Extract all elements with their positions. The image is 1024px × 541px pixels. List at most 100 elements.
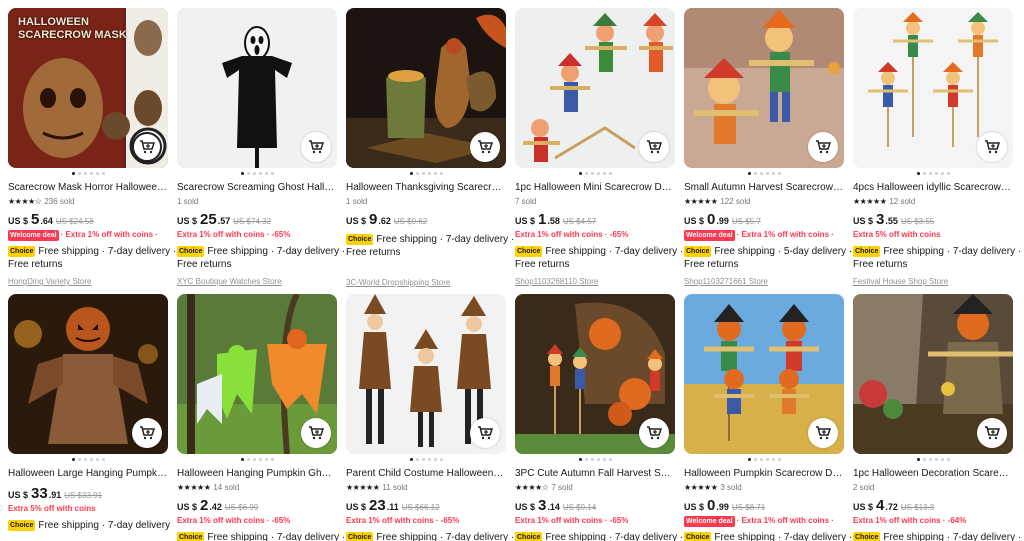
product-image[interactable] (177, 8, 337, 168)
store-link[interactable]: Shop1103271661 Store (684, 276, 844, 287)
product-image[interactable] (684, 294, 844, 454)
rating-row: 7 sold (515, 196, 675, 208)
product-image[interactable] (853, 8, 1013, 168)
price-cents: .58 (547, 216, 560, 226)
product-title[interactable]: 4pcs Halloween idyllic Scarecrow Ad... (853, 181, 1013, 194)
original-price: US $9.62 (393, 217, 428, 226)
product-card[interactable]: 1pc Halloween Mini Scarecrow Deco... 7 s… (515, 8, 683, 287)
rating-row: ★★★★★ 11 sold (346, 482, 506, 494)
image-dots (346, 172, 506, 176)
star-rating: ★★★★★ (684, 197, 718, 206)
currency: US $ (346, 216, 367, 226)
product-image[interactable] (346, 294, 506, 454)
image-dots (684, 458, 844, 462)
add-to-cart-button[interactable] (808, 418, 838, 448)
product-image[interactable]: HALLOWEEN SCARECROW MASK (8, 8, 168, 168)
product-title[interactable]: 1pc Halloween Mini Scarecrow Deco... (515, 181, 675, 194)
add-to-cart-button[interactable] (808, 132, 838, 162)
deal-row: Extra 5% off with coins (853, 229, 1013, 241)
add-to-cart-button[interactable] (301, 418, 331, 448)
sold-count: 1 sold (177, 197, 199, 206)
returns-text: Free returns (684, 259, 739, 270)
product-title[interactable]: 1pc Halloween Decoration Scarecro... (853, 467, 1013, 480)
product-title[interactable]: Halloween Thanksgiving Scarecrow ... (346, 181, 506, 194)
choice-badge: Choice (515, 532, 543, 541)
price-cents: .62 (378, 216, 391, 226)
coin-deal: Extra 1% off with coins · -65% (515, 230, 629, 239)
add-to-cart-button[interactable] (977, 418, 1007, 448)
product-card[interactable]: 1pc Halloween Decoration Scarecro... 2 s… (853, 294, 1021, 541)
product-title[interactable]: Small Autumn Harvest Scarecrow D... (684, 181, 844, 194)
price-cents: .91 (48, 490, 62, 500)
price-cents: .14 (547, 502, 560, 512)
product-image[interactable] (177, 294, 337, 454)
product-title[interactable]: 3PC Cute Autumn Fall Harvest Scare... (515, 467, 675, 480)
price-whole: 5 (31, 211, 40, 228)
deal-row: Welcome deal · Extra 1% off with coins · (684, 229, 844, 241)
image-dots (515, 172, 675, 176)
star-rating: ★★★★★ (346, 483, 380, 492)
add-to-cart-button[interactable] (639, 132, 669, 162)
rating-row: ★★★★★ 14 sold (177, 482, 337, 494)
store-link[interactable]: HongDing Variety Store (8, 276, 168, 287)
coin-deal: · Extra 1% off with coins · (736, 516, 834, 525)
currency: US $ (853, 216, 874, 226)
price-whole: 0 (707, 497, 716, 514)
price-cents: .57 (217, 216, 231, 226)
returns-text: Free returns (346, 247, 401, 258)
product-image[interactable] (8, 294, 168, 454)
add-to-cart-button[interactable] (470, 418, 500, 448)
product-title[interactable]: Scarecrow Screaming Ghost Hallow... (177, 181, 337, 194)
product-card[interactable]: Small Autumn Harvest Scarecrow D... ★★★★… (684, 8, 852, 287)
currency: US $ (515, 502, 536, 512)
add-to-cart-button[interactable] (470, 132, 500, 162)
rating-row: ★★★★★ 12 sold (853, 196, 1013, 208)
product-title[interactable]: Halloween Pumpkin Scarecrow Doll... (684, 467, 844, 480)
add-to-cart-button[interactable] (977, 132, 1007, 162)
product-image[interactable] (515, 8, 675, 168)
original-price: US $6.99 (224, 503, 259, 512)
product-card[interactable]: Halloween Hanging Pumpkin Ghost ... ★★★★… (177, 294, 345, 541)
product-card[interactable]: HALLOWEEN SCARECROW MASK Scarecrow Mask … (8, 8, 176, 287)
add-to-cart-button[interactable] (132, 132, 162, 162)
store-link[interactable]: XYC Boutique Watches Store (177, 276, 337, 287)
cart-icon (816, 426, 831, 440)
add-to-cart-button[interactable] (639, 418, 669, 448)
store-link[interactable]: Festival House Shop Store (853, 276, 1013, 287)
product-card[interactable]: 3PC Cute Autumn Fall Harvest Scare... ★★… (515, 294, 683, 541)
product-title[interactable]: Scarecrow Mask Horror Halloween ... (8, 181, 168, 194)
cart-icon (647, 426, 662, 440)
product-card[interactable]: Halloween Thanksgiving Scarecrow ... 1 s… (346, 8, 514, 288)
product-image[interactable] (346, 8, 506, 168)
original-price: US $9.14 (562, 503, 597, 512)
product-image[interactable] (515, 294, 675, 454)
choice-badge: Choice (177, 246, 205, 257)
product-title[interactable]: Halloween Hanging Pumpkin Ghost ... (177, 467, 337, 480)
product-card[interactable]: 4pcs Halloween idyllic Scarecrow Ad... ★… (853, 8, 1021, 287)
star-rating: ★★★★☆ (8, 197, 42, 206)
shipping-row: Choice Free shipping · 7-day delivery · (177, 245, 345, 258)
product-title[interactable]: Parent Child Costume Halloween Wi... (346, 467, 506, 480)
sold-count: 14 sold (213, 483, 240, 492)
product-image[interactable] (684, 8, 844, 168)
product-image[interactable] (853, 294, 1013, 454)
product-card[interactable]: Parent Child Costume Halloween Wi... ★★★… (346, 294, 514, 541)
add-to-cart-button[interactable] (132, 418, 162, 448)
product-card[interactable]: Halloween Large Hanging Pumpkin ... US $… (8, 294, 170, 532)
returns-text: Free returns (853, 259, 908, 270)
price-cents: .72 (885, 502, 898, 512)
product-card[interactable]: Scarecrow Screaming Ghost Hallow... 1 so… (177, 8, 345, 287)
currency: US $ (8, 216, 29, 226)
star-rating: ★★★★★ (177, 483, 211, 492)
price-cents: .11 (386, 502, 399, 512)
returns-text: Free returns (515, 259, 570, 270)
shipping-row: Choice Free shipping · 7-day delivery · (8, 245, 176, 258)
product-card[interactable]: Halloween Pumpkin Scarecrow Doll... ★★★★… (684, 294, 852, 541)
shipping-row: Choice Free shipping · 7-day delivery (8, 519, 170, 532)
original-price: US $3.55 (900, 217, 935, 226)
deal-row: Extra 1% off with coins · -64% (853, 515, 1013, 527)
store-link[interactable]: Shop1103268110 Store (515, 276, 675, 287)
store-link[interactable]: 3C-World Dropshipping Store (346, 277, 506, 288)
product-title[interactable]: Halloween Large Hanging Pumpkin ... (8, 467, 168, 480)
add-to-cart-button[interactable] (301, 132, 331, 162)
